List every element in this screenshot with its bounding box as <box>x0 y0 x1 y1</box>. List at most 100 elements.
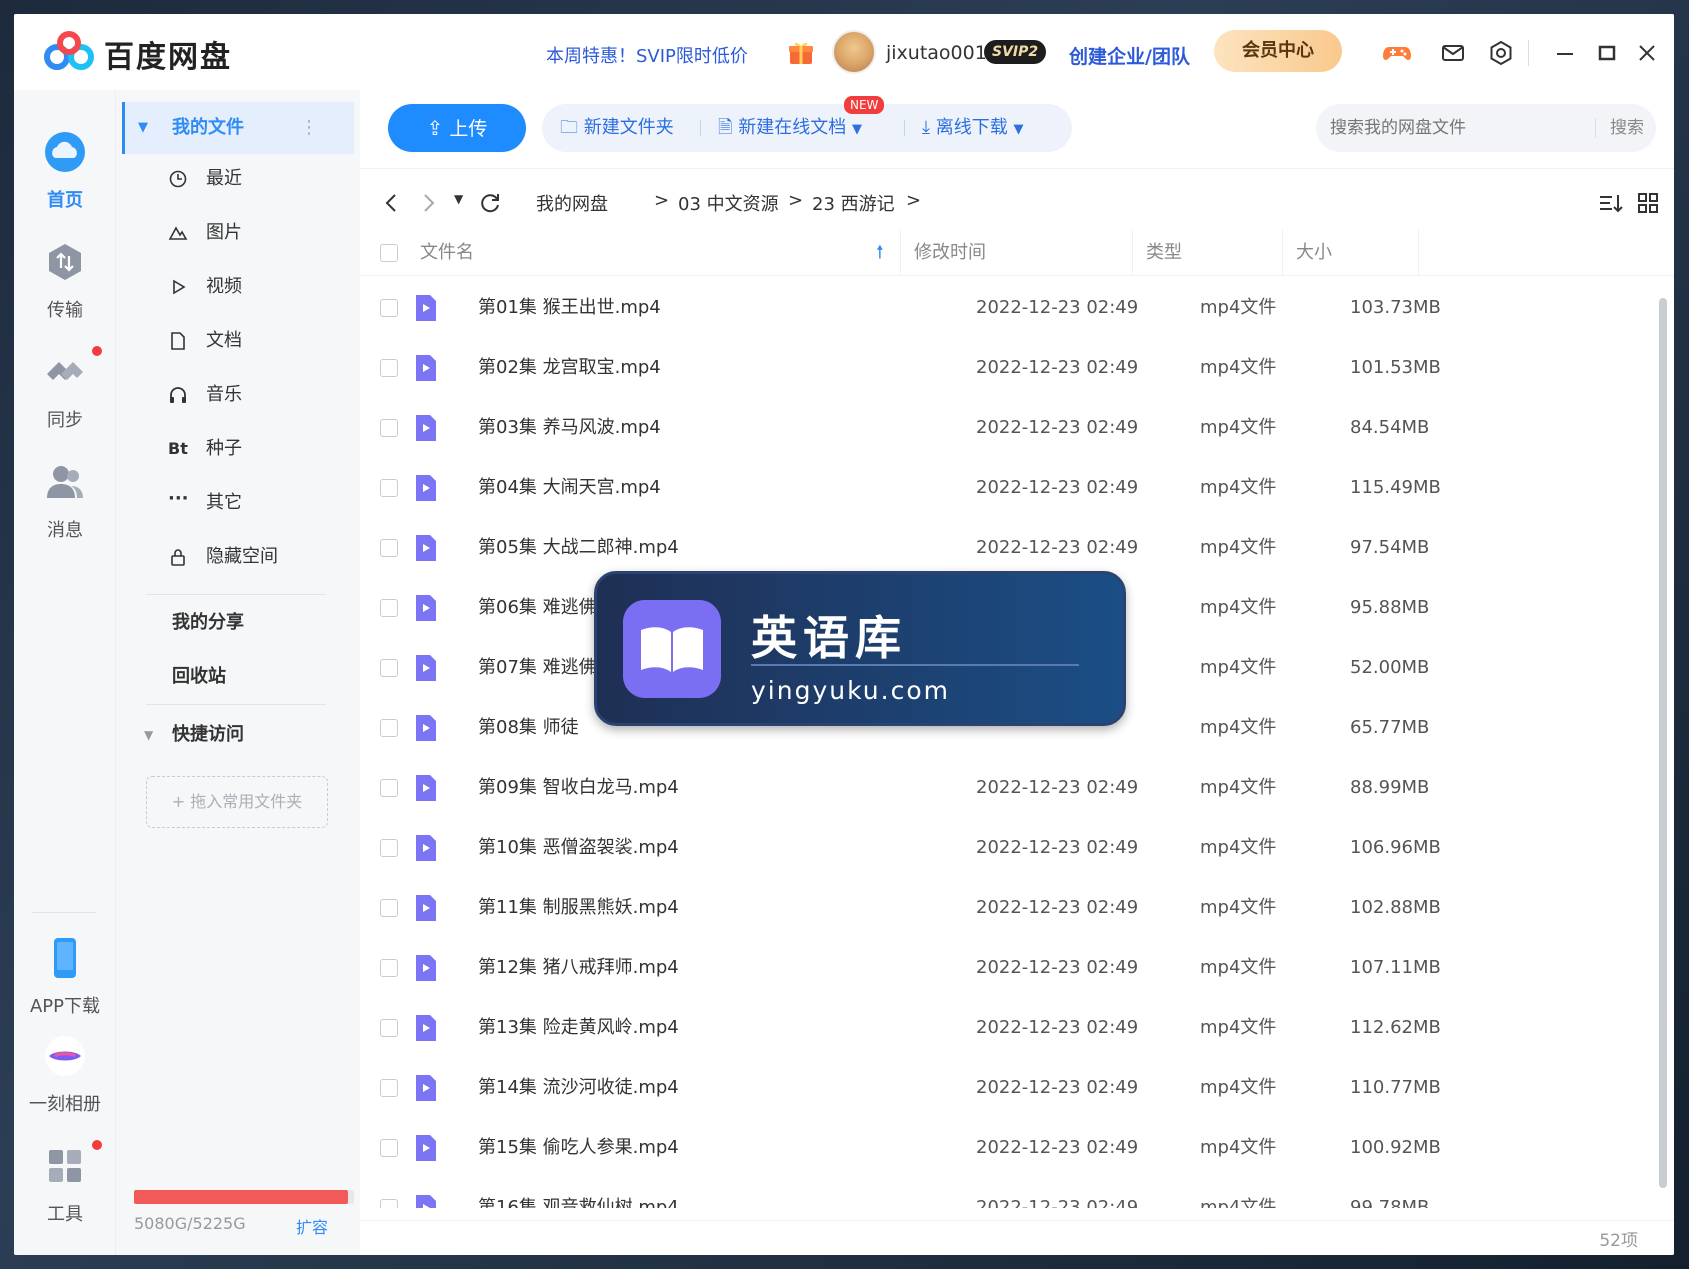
close-icon[interactable] <box>1632 38 1662 68</box>
table-row[interactable]: 第11集 制服黑熊妖.mp4 2022-12-23 02:49 mp4文件 102.8… <box>360 878 1674 938</box>
row-checkbox[interactable] <box>380 1019 398 1037</box>
vip-center-button[interactable]: 会员中心 <box>1214 30 1342 72</box>
back-arrow-icon[interactable] <box>378 189 406 217</box>
more-vertical-icon[interactable]: ⋮ <box>300 103 318 153</box>
table-row[interactable]: 第12集 猪八戒拜师.mp4 2022-12-23 02:49 mp4文件 107.1… <box>360 938 1674 998</box>
gamepad-icon[interactable] <box>1382 38 1412 68</box>
row-checkbox[interactable] <box>380 419 398 437</box>
row-checkbox[interactable] <box>380 539 398 557</box>
file-name[interactable]: 第13集 险走黄风岭.mp4 <box>478 998 679 1058</box>
row-checkbox[interactable] <box>380 359 398 377</box>
file-name[interactable]: 第14集 流沙河收徒.mp4 <box>478 1058 679 1118</box>
select-all-checkbox[interactable] <box>380 244 398 262</box>
file-name[interactable]: 第12集 猪八戒拜师.mp4 <box>478 938 679 998</box>
username[interactable]: jixutao001 <box>886 42 987 64</box>
sidebar-item-recent[interactable]: 最近 <box>116 154 360 204</box>
row-checkbox[interactable] <box>380 719 398 737</box>
row-checkbox[interactable] <box>380 839 398 857</box>
sidebar-item-music[interactable]: 音乐 <box>116 370 360 420</box>
expand-storage-link[interactable]: 扩容 <box>296 1214 328 1238</box>
file-name[interactable]: 第02集 龙宫取宝.mp4 <box>478 338 661 398</box>
file-name[interactable]: 第16集 观音救仙树.mp4 <box>478 1178 679 1208</box>
sidebar-my-files[interactable]: ▼ 我的文件 ⋮ <box>116 103 360 153</box>
sidebar-quick-access[interactable]: ▼ 快捷访问 <box>116 710 360 760</box>
table-row[interactable]: 第03集 养马风波.mp4 2022-12-23 02:49 mp4文件 84.54M… <box>360 398 1674 458</box>
minimize-icon[interactable] <box>1550 38 1580 68</box>
table-row[interactable]: 第04集 大闹天宫.mp4 2022-12-23 02:49 mp4文件 115.49… <box>360 458 1674 518</box>
file-name[interactable]: 第06集 难逃佛 <box>478 578 597 638</box>
table-row[interactable]: 第15集 偷吃人参果.mp4 2022-12-23 02:49 mp4文件 100.9… <box>360 1118 1674 1178</box>
row-checkbox[interactable] <box>380 959 398 977</box>
table-row[interactable]: 第16集 观音救仙树.mp4 2022-12-23 02:49 mp4文件 99.78… <box>360 1178 1674 1208</box>
table-row[interactable]: 第02集 龙宫取宝.mp4 2022-12-23 02:49 mp4文件 101.53… <box>360 338 1674 398</box>
file-name[interactable]: 第15集 偷吃人参果.mp4 <box>478 1118 679 1178</box>
maximize-icon[interactable] <box>1592 38 1622 68</box>
new-folder-button[interactable]: 🗀 新建文件夹 <box>560 104 674 152</box>
row-checkbox[interactable] <box>380 1079 398 1097</box>
new-online-doc-button[interactable]: 🗎 新建在线文档 ▼ <box>718 104 862 152</box>
user-avatar[interactable] <box>832 30 876 74</box>
sidebar-item-hidden-space[interactable]: 隐藏空间 <box>116 532 360 582</box>
file-name[interactable]: 第10集 恶僧盗袈裟.mp4 <box>478 818 679 878</box>
row-checkbox[interactable] <box>380 659 398 677</box>
table-row[interactable]: 第10集 恶僧盗袈裟.mp4 2022-12-23 02:49 mp4文件 106.9… <box>360 818 1674 878</box>
table-row[interactable]: 第14集 流沙河收徒.mp4 2022-12-23 02:49 mp4文件 110.7… <box>360 1058 1674 1118</box>
nav-messages[interactable]: 消息 <box>14 460 116 542</box>
forward-arrow-icon[interactable] <box>414 189 442 217</box>
create-enterprise-link[interactable]: 创建企业/团队 <box>1069 42 1190 69</box>
sidebar-item-recycle-bin[interactable]: 回收站 <box>116 652 360 702</box>
nav-sync[interactable]: 同步 <box>14 350 116 432</box>
breadcrumb-item[interactable]: 23 西游记 <box>812 190 895 216</box>
column-header-size[interactable]: 大小 <box>1296 230 1332 276</box>
scrollbar-thumb[interactable] <box>1659 298 1667 1188</box>
sort-ascending-icon[interactable]: 🠕 <box>876 230 884 276</box>
breadcrumb-item[interactable]: 我的网盘 <box>536 190 608 216</box>
offline-download-button[interactable]: ⤓ 离线下载 ▼ <box>922 104 1023 152</box>
upload-button[interactable]: ⇪ 上传 <box>388 104 526 152</box>
table-row[interactable]: 第01集 猴王出世.mp4 2022-12-23 02:49 mp4文件 103.73… <box>360 278 1674 338</box>
table-row[interactable]: 第13集 险走黄风岭.mp4 2022-12-23 02:49 mp4文件 112.6… <box>360 998 1674 1058</box>
file-name[interactable]: 第01集 猴王出世.mp4 <box>478 278 661 338</box>
sort-list-icon[interactable] <box>1596 189 1624 217</box>
row-checkbox[interactable] <box>380 1199 398 1208</box>
search-input[interactable] <box>1330 104 1590 152</box>
file-name[interactable]: 第08集 师徒 <box>478 698 579 758</box>
mail-icon[interactable] <box>1438 38 1468 68</box>
nav-transfer[interactable]: 传输 <box>14 240 116 322</box>
file-name[interactable]: 第11集 制服黑熊妖.mp4 <box>478 878 679 938</box>
row-checkbox[interactable] <box>380 299 398 317</box>
table-row[interactable]: 第05集 大战二郎神.mp4 2022-12-23 02:49 mp4文件 97.54… <box>360 518 1674 578</box>
file-name[interactable]: 第03集 养马风波.mp4 <box>478 398 661 458</box>
nav-tools[interactable]: 工具 <box>14 1144 116 1226</box>
nav-moment-album[interactable]: 一刻相册 <box>14 1034 116 1116</box>
column-header-type[interactable]: 类型 <box>1146 230 1182 276</box>
sidebar-item-images[interactable]: 图片 <box>116 208 360 258</box>
sidebar-item-others[interactable]: ··· 其它 <box>116 478 360 528</box>
nav-home[interactable]: 首页 <box>14 130 116 212</box>
nav-app-download[interactable]: APP下载 <box>14 936 116 1018</box>
column-header-time[interactable]: 修改时间 <box>914 230 986 276</box>
file-name[interactable]: 第07集 难逃佛 <box>478 638 597 698</box>
sidebar-item-my-share[interactable]: 我的分享 <box>116 598 360 648</box>
settings-gear-icon[interactable] <box>1486 38 1516 68</box>
sidebar-item-videos[interactable]: 视频 <box>116 262 360 312</box>
list-scrollbar[interactable] <box>1658 286 1668 1206</box>
sidebar-item-documents[interactable]: 文档 <box>116 316 360 366</box>
grid-view-icon[interactable] <box>1634 189 1662 217</box>
row-checkbox[interactable] <box>380 1139 398 1157</box>
row-checkbox[interactable] <box>380 779 398 797</box>
row-checkbox[interactable] <box>380 599 398 617</box>
sidebar-item-torrents[interactable]: Bt 种子 <box>116 424 360 474</box>
svip-promo-link[interactable]: 本周特惠！SVIP限时低价 <box>546 42 748 68</box>
file-name[interactable]: 第05集 大战二郎神.mp4 <box>478 518 679 578</box>
file-name[interactable]: 第04集 大闹天宫.mp4 <box>478 458 661 518</box>
history-dropdown-icon[interactable]: ▼ <box>454 192 463 206</box>
drop-common-folder-zone[interactable]: + 拖入常用文件夹 <box>146 776 328 828</box>
row-checkbox[interactable] <box>380 899 398 917</box>
refresh-icon[interactable] <box>476 189 504 217</box>
file-name[interactable]: 第09集 智收白龙马.mp4 <box>478 758 679 818</box>
gift-icon[interactable] <box>786 38 816 68</box>
column-header-name[interactable]: 文件名 <box>420 230 474 276</box>
search-button[interactable]: 搜索 <box>1610 104 1644 152</box>
row-checkbox[interactable] <box>380 479 398 497</box>
